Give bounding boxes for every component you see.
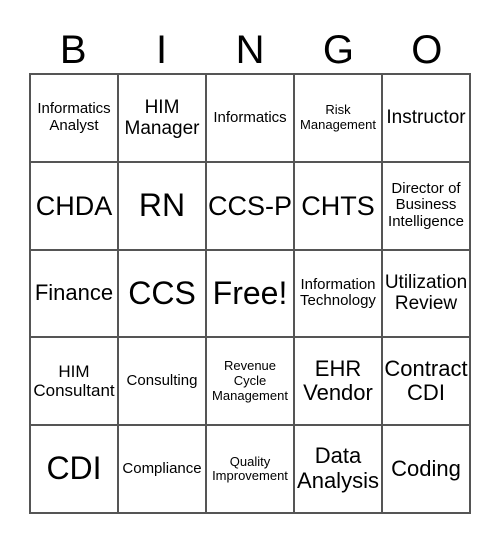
bingo-cell[interactable]: Data Analysis (294, 425, 382, 513)
bingo-cell[interactable]: Quality Improvement (206, 425, 294, 513)
bingo-cell[interactable]: Director of Business Intelligence (382, 161, 470, 250)
bingo-cell[interactable]: CDI (30, 425, 118, 513)
bingo-grid: Informatics Analyst HIM Manager Informat… (29, 73, 471, 514)
bingo-cell[interactable]: Utilization Review (382, 249, 470, 338)
bingo-cell[interactable]: CCS (118, 249, 206, 338)
bingo-cell[interactable]: Revenue Cycle Management (206, 337, 294, 426)
header-letter-g: G (322, 28, 354, 72)
bingo-header: B I N G O (29, 28, 471, 73)
bingo-cell[interactable]: CHDA (30, 161, 118, 250)
bingo-cell[interactable]: RN (118, 161, 206, 250)
bingo-cell[interactable]: Consulting (118, 337, 206, 426)
free-space-cell[interactable]: Free! (206, 249, 294, 338)
header-letter-b: B (59, 28, 87, 72)
bingo-cell[interactable]: Instructor (382, 74, 470, 162)
header-letter-o: O (411, 28, 443, 72)
bingo-cell[interactable]: Informatics Analyst (30, 74, 118, 162)
header-letter-i: I (156, 28, 168, 72)
bingo-cell[interactable]: Finance (30, 249, 118, 338)
bingo-cell[interactable]: EHR Vendor (294, 337, 382, 426)
bingo-cell[interactable]: Contract CDI (382, 337, 470, 426)
bingo-cell[interactable]: Risk Management (294, 74, 382, 162)
bingo-cell[interactable]: CHTS (294, 161, 382, 250)
bingo-cell[interactable]: CCS-P (206, 161, 294, 250)
bingo-cell[interactable]: Coding (382, 425, 470, 513)
bingo-cell[interactable]: Compliance (118, 425, 206, 513)
bingo-cell[interactable]: Informatics (206, 74, 294, 162)
header-letter-n: N (235, 28, 265, 72)
bingo-cell[interactable]: HIM Manager (118, 74, 206, 162)
bingo-cell[interactable]: HIM Consultant (30, 337, 118, 426)
bingo-cell[interactable]: Information Technology (294, 249, 382, 338)
